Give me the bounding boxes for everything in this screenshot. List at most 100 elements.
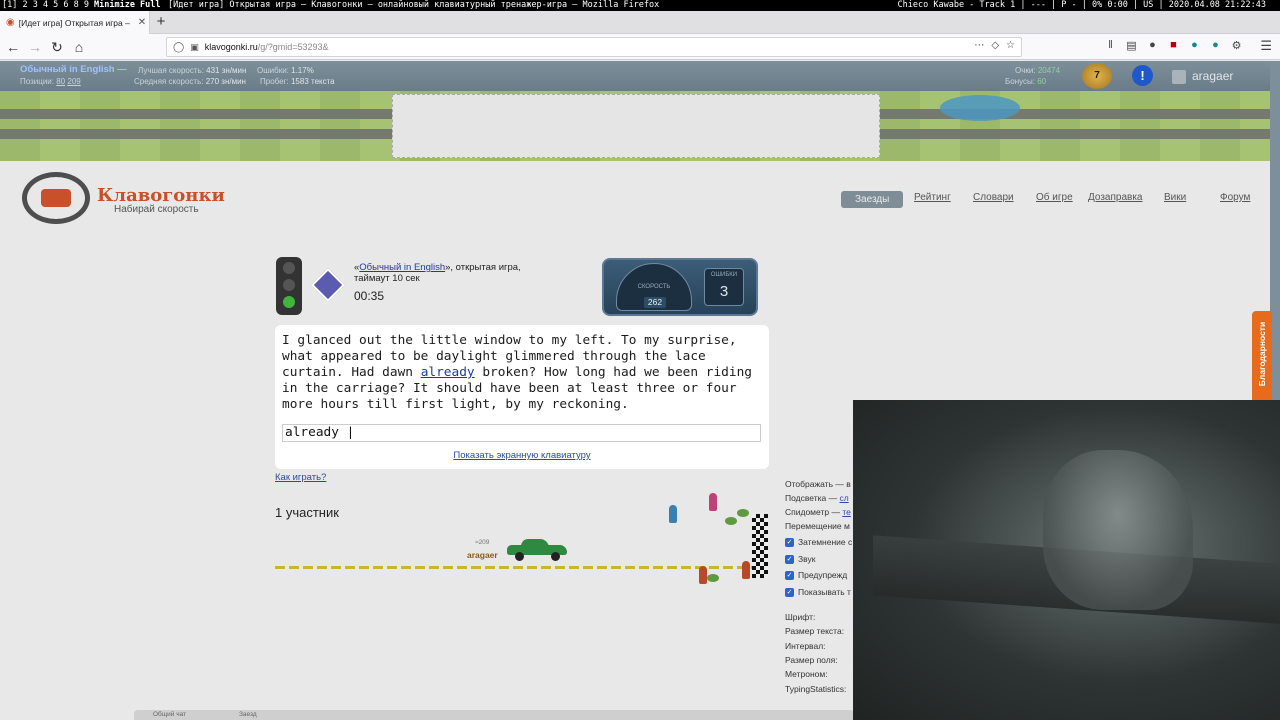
bush (725, 517, 737, 525)
tab-strip: ◉ [Идет игра] Открытая игра – К ✕ + (0, 11, 1280, 34)
bookmark-star-icon[interactable]: ☆ (1006, 40, 1015, 51)
lock-icon[interactable]: ▣ (190, 42, 199, 53)
chat-tab-race[interactable]: Заезд (239, 711, 257, 718)
chat-bar[interactable]: Общий чат Заезд (134, 710, 854, 720)
setting-interval: Интервал: (785, 641, 826, 651)
alert-icon[interactable]: ! (1132, 65, 1153, 86)
checkbox-warn[interactable]: ✓ (785, 571, 794, 581)
setting-metronome: Метроном: (785, 669, 828, 679)
url-bar[interactable]: ◯ ▣ klavogonki.ru/g/?gmid=53293& ⋯ ◇ ☆ (166, 37, 1022, 57)
user-menu[interactable]: aragaer (1172, 69, 1233, 84)
chat-tab-general[interactable]: Общий чат (153, 711, 186, 718)
bush (707, 574, 719, 582)
setting-text-size: Размер текста: (785, 626, 845, 636)
level-badge[interactable]: 7 (1082, 63, 1112, 89)
setting-typing-stats: TypingStatistics: (785, 684, 847, 694)
new-tab-button[interactable]: + (152, 13, 170, 31)
pocket-icon[interactable]: ◇ (991, 40, 999, 51)
extension-puzzle-icon[interactable]: ⚙ (1230, 39, 1243, 52)
setting-movement[interactable]: Перемещение м (785, 521, 850, 531)
page-actions-icon[interactable]: ⋯ (974, 40, 984, 51)
points-stat: Очки: 20474 (1015, 66, 1061, 75)
mode-link[interactable]: Обычный in English (359, 262, 445, 273)
errors-stat: Ошибки: 1.17% (257, 66, 314, 75)
best-speed: Лучшая скорость: 431 зн/мин (138, 66, 247, 75)
show-keyboard-link[interactable]: Показать экранную клавиатуру (275, 450, 769, 461)
shield-icon[interactable]: ◯ (173, 42, 184, 53)
checkbox-sound[interactable]: ✓ (785, 555, 794, 565)
workspaces[interactable]: [1] 2 3 4 5 6 8 9 (2, 0, 89, 11)
back-button[interactable]: ← (4, 38, 22, 56)
setting-dim[interactable]: ✓ Затемнение с (785, 537, 852, 548)
errors-counter: ОШИБКИ 3 (704, 268, 744, 306)
nav-about[interactable]: Об игре (1036, 192, 1073, 203)
tab-title: [Идет игра] Открытая игра – К (18, 17, 131, 28)
logo-title[interactable]: Клавогонки (97, 185, 225, 206)
dashboard: СКОРОСТЬ 262 ОШИБКИ 3 (602, 258, 758, 316)
ad-slot (392, 94, 880, 158)
logo-steering-wheel-icon[interactable] (22, 172, 90, 224)
avatar (1172, 69, 1186, 84)
banner-pond (940, 95, 1020, 121)
minimize-button[interactable]: Minimize Full (94, 0, 161, 11)
extension-help-icon[interactable]: ● (1188, 39, 1201, 52)
current-word: already (420, 365, 475, 380)
extension-shield-icon[interactable]: ● (1209, 39, 1222, 52)
typing-input[interactable]: already | (282, 424, 761, 442)
webcam-overlay (853, 400, 1280, 720)
nav-wiki[interactable]: Вики (1164, 192, 1186, 203)
library-icon[interactable]: ‖ (1104, 39, 1117, 52)
nav-forum[interactable]: Форум (1220, 192, 1250, 203)
account-icon[interactable]: ● (1146, 39, 1159, 52)
setting-display[interactable]: Отображать — в (785, 479, 851, 489)
racer-speed: ≈209 (475, 539, 490, 546)
errors-value: 3 (719, 283, 729, 300)
racer-name[interactable]: aragaer (467, 550, 498, 560)
nav-rating[interactable]: Рейтинг (914, 192, 951, 203)
position-info: Позиции: 80 209 (20, 77, 81, 86)
nav-dictionaries[interactable]: Словари (973, 192, 1014, 203)
forward-button[interactable]: → (26, 38, 44, 56)
mode-title[interactable]: Обычный in English — (20, 64, 127, 75)
setting-warn[interactable]: ✓ Предупрежд (785, 570, 847, 581)
game-type-icon (311, 268, 345, 302)
setting-font: Шрифт: (785, 612, 816, 622)
url-text[interactable]: klavogonki.ru/g/?gmid=53293& (205, 42, 329, 52)
close-tab-icon[interactable]: ✕ (135, 17, 149, 28)
setting-show[interactable]: ✓ Показывать т (785, 587, 851, 598)
spectator (709, 493, 717, 511)
sidebar-icon[interactable]: ▤ (1125, 39, 1138, 52)
spectator (742, 561, 750, 579)
ublock-icon[interactable]: ■ (1167, 39, 1180, 52)
finish-flag (752, 514, 768, 578)
status-line: Chieco Kawabe - Track 1 | --- | P - | 0%… (897, 0, 1266, 10)
setting-field-size: Размер поля: (785, 655, 838, 665)
bush (737, 509, 749, 517)
window-title: [Идет игра] Открытая игра – Клавогонки –… (168, 0, 660, 10)
hamburger-menu-icon[interactable]: ☰ (1260, 38, 1272, 54)
race-timer: 00:35 (354, 289, 385, 303)
typing-panel: I glanced out the little window to my le… (275, 325, 769, 469)
browser-tab[interactable]: ◉ [Идет игра] Открытая игра – К ✕ (0, 11, 150, 34)
nav-races[interactable]: Заезды (841, 191, 904, 208)
checkbox-dim[interactable]: ✓ (785, 538, 794, 548)
checkbox-show[interactable]: ✓ (785, 588, 794, 598)
spectator (669, 505, 677, 523)
avg-speed: Средняя скорость: 270 зн/мин (134, 77, 246, 86)
nav-refuel[interactable]: Дозаправка (1088, 192, 1143, 203)
reload-button[interactable]: ↻ (48, 38, 66, 56)
bonus-stat: Бонусы: 60 (1005, 77, 1047, 86)
header-banner (0, 91, 1270, 161)
navigation-bar: ← → ↻ ⌂ ◯ ▣ klavogonki.ru/g/?gmid=53293&… (0, 34, 1280, 60)
setting-speedometer[interactable]: Спидометр — те (785, 507, 851, 517)
user-stats-bar: Обычный in English — Позиции: 80 209 Луч… (0, 61, 1270, 91)
participants-count: 1 участник (275, 505, 339, 520)
setting-sound[interactable]: ✓ Звук (785, 554, 815, 565)
home-button[interactable]: ⌂ (70, 38, 88, 56)
webcam-hand (1043, 450, 1193, 610)
how-to-play-link[interactable]: Как играть? (275, 472, 326, 483)
race-track (275, 566, 755, 569)
setting-highlight[interactable]: Подсветка — сл (785, 493, 849, 503)
spectator (699, 566, 707, 584)
thanks-tab[interactable]: Благодарности (1252, 311, 1272, 403)
